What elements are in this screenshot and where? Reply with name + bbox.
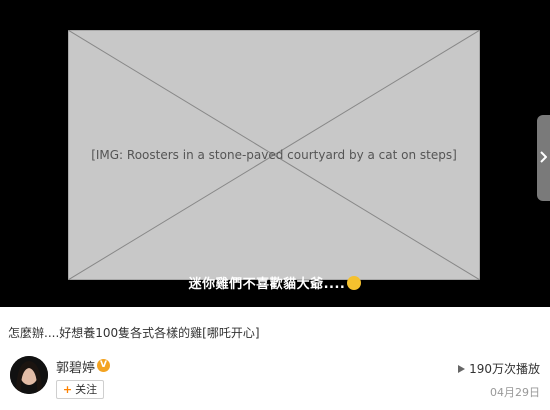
video-frame[interactable]: [IMG: Roosters in a stone-paved courtyar… [68, 30, 480, 280]
post-caption: 怎麼辦....好想養100隻各式各樣的雞[哪吒开心] [8, 326, 260, 340]
next-video-handle[interactable] [537, 115, 550, 201]
svg-text:[IMG: Roosters in a stone-pave: [IMG: Roosters in a stone-paved courtyar… [91, 148, 457, 162]
video-player[interactable]: [IMG: Roosters in a stone-paved courtyar… [0, 0, 550, 307]
play-count-text: 190万次播放 [469, 362, 540, 376]
subtitle-text: 迷你雞們不喜歡貓大爺.... [188, 277, 346, 292]
follow-button[interactable]: + 关注 [56, 380, 104, 399]
verified-badge-icon: V [97, 359, 110, 372]
play-count: 190万次播放 [458, 360, 540, 377]
plus-icon: + [62, 383, 73, 396]
author-name[interactable]: 郭碧婷 [56, 357, 95, 376]
video-subtitle: 迷你雞們不喜歡貓大爺.... [0, 273, 550, 292]
follow-label: 关注 [75, 383, 98, 396]
play-icon [458, 365, 466, 373]
avatar[interactable] [10, 356, 48, 394]
grin-emoji-icon [347, 276, 362, 290]
post-date: 04月29日 [490, 386, 540, 399]
chevron-right-icon [540, 151, 547, 163]
